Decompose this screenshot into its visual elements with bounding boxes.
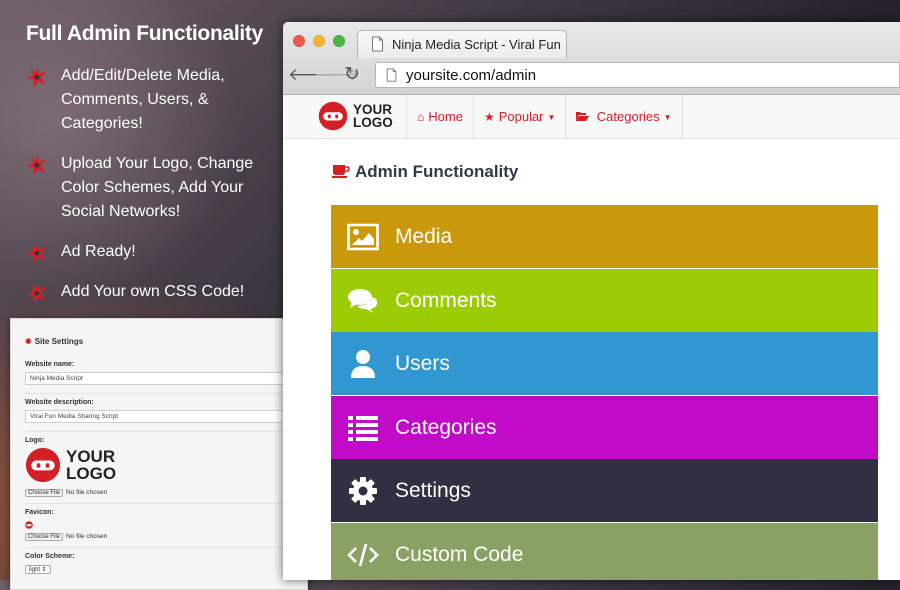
gear-icon: ✹ [25, 337, 32, 346]
menu-label: Comments [395, 288, 497, 312]
divider [25, 503, 293, 504]
feature-item: Add/Edit/Delete Media, Comments, Users, … [26, 64, 276, 136]
feature-item: Ad Ready! [26, 240, 276, 264]
minimize-window-button[interactable] [313, 35, 325, 47]
feature-text: Upload Your Logo, Change Color Schemes, … [61, 155, 254, 220]
coffee-cup-icon [332, 165, 350, 178]
choose-file-button[interactable]: Choose File [25, 533, 64, 541]
reload-button[interactable]: ↻ [342, 65, 362, 85]
admin-menu-settings[interactable]: Settings [331, 459, 878, 522]
feature-list: Add/Edit/Delete Media, Comments, Users, … [26, 64, 276, 320]
forward-button[interactable]: 🡒 [314, 65, 360, 85]
nav-categories[interactable]: Categories ▼ [566, 95, 683, 138]
website-description-label: Website description: [25, 399, 94, 406]
color-scheme-value: light [29, 567, 41, 573]
url-text: yoursite.com/admin [406, 67, 537, 84]
admin-menu-custom-code[interactable]: Custom Code [331, 522, 878, 580]
user-icon [351, 350, 375, 378]
website-description-field[interactable]: Viral Fun Media Sharing Script [25, 410, 287, 423]
feature-text: Add Your own CSS Code! [61, 283, 245, 300]
image-icon [347, 223, 379, 251]
admin-menu-comments[interactable]: Comments [331, 268, 878, 332]
website-name-field[interactable]: Ninja Media Script [25, 372, 287, 385]
color-scheme-select[interactable]: light ⇕ [25, 565, 51, 574]
nav-categories-label: Categories [596, 109, 660, 124]
ninja-logo-icon [318, 101, 348, 131]
nav-links: ⌂ Home ★ Popular ▼ Categories ▼ [406, 95, 683, 138]
tab-title: Ninja Media Script - Viral Fun [392, 37, 561, 52]
logo-text-line2: LOGO [66, 464, 117, 483]
website-name-label: Website name: [25, 361, 75, 368]
logo-text-line1: YOUR [66, 447, 116, 466]
menu-label: Settings [395, 479, 471, 502]
gear-icon [349, 477, 377, 505]
admin-menu-categories[interactable]: Categories [331, 395, 878, 459]
feature-text: Ad Ready! [61, 243, 136, 260]
menu-label: Categories [395, 415, 497, 439]
feature-item: Upload Your Logo, Change Color Schemes, … [26, 152, 276, 224]
ninja-star-icon [26, 66, 48, 88]
browser-chrome: Ninja Media Script - Viral Fun 🡐 🡒 ↻ you… [283, 22, 900, 95]
divider [25, 547, 293, 548]
back-button[interactable]: 🡐 [288, 65, 334, 85]
settings-title: ✹ Site Settings [25, 337, 83, 346]
promo-title: Full Admin Functionality [26, 22, 264, 45]
site-navbar: YOUR LOGO ⌂ Home ★ Popular ▼ Categories ▼ [283, 95, 900, 139]
list-icon [348, 415, 378, 441]
site-settings-panel: ✹ Site Settings Website name: Ninja Media… [10, 318, 308, 590]
logo-text-line2: LOGO [353, 115, 393, 130]
admin-menu-media[interactable]: Media [331, 205, 878, 268]
menu-label: Custom Code [395, 542, 524, 566]
site-logo[interactable]: YOUR LOGO [318, 101, 393, 131]
close-window-button[interactable] [293, 35, 305, 47]
browser-window: Ninja Media Script - Viral Fun 🡐 🡒 ↻ you… [283, 22, 900, 580]
browser-tab[interactable]: Ninja Media Script - Viral Fun [357, 30, 567, 58]
page-icon [386, 68, 397, 82]
nav-popular[interactable]: ★ Popular ▼ [474, 95, 567, 138]
favicon-preview-icon [25, 521, 33, 529]
settings-title-text: Site Settings [34, 337, 84, 346]
code-icon [347, 543, 379, 566]
nav-popular-label: Popular [498, 109, 544, 124]
menu-label: Users [395, 352, 450, 375]
ninja-star-icon [26, 282, 48, 304]
nav-home-label: Home [428, 109, 463, 124]
logo-preview: YOUR LOGO [25, 447, 116, 483]
menu-label: Media [395, 225, 453, 248]
admin-heading-text: Admin Functionality [355, 162, 519, 181]
ninja-logo-icon [25, 447, 61, 483]
folder-open-icon [576, 110, 592, 124]
favicon-file-input: Choose File No file chosen [25, 533, 107, 541]
comments-icon [348, 288, 378, 313]
caret-down-icon: ▼ [663, 113, 672, 122]
logo-file-input: Choose File No file chosen [25, 489, 107, 497]
nav-home[interactable]: ⌂ Home [407, 95, 474, 138]
favicon-label: Favicon: [25, 509, 54, 516]
home-icon: ⌂ [417, 110, 425, 124]
ninja-star-icon [26, 154, 48, 176]
color-scheme-label: Color Scheme: [25, 553, 75, 560]
no-file-text: No file chosen [66, 489, 108, 496]
divider [25, 431, 293, 432]
logo-label: Logo: [25, 437, 45, 444]
admin-heading: Admin Functionality [332, 162, 518, 182]
no-file-text: No file chosen [66, 533, 108, 540]
ninja-star-icon [26, 242, 48, 264]
feature-item: Add Your own CSS Code! [26, 280, 276, 304]
admin-menu-users[interactable]: Users [331, 332, 878, 395]
feature-text: Add/Edit/Delete Media, Comments, Users, … [61, 67, 225, 132]
zoom-window-button[interactable] [333, 35, 345, 47]
divider [25, 393, 293, 394]
caret-down-icon: ▼ [547, 113, 556, 122]
choose-file-button[interactable]: Choose File [25, 489, 64, 497]
admin-menu: Media Comments Users Categories Settings… [331, 205, 878, 580]
star-icon: ★ [483, 110, 495, 124]
page-icon [371, 36, 384, 52]
address-bar[interactable]: yoursite.com/admin [375, 62, 900, 88]
